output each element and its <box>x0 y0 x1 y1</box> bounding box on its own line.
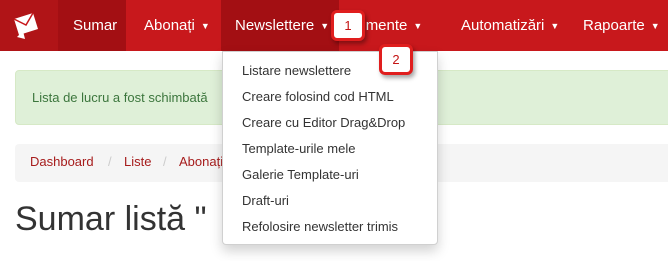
menu-item-template-urile-mele[interactable]: Template-urile mele <box>242 141 355 156</box>
chevron-down-icon: ▼ <box>550 21 560 31</box>
envelope-logo-icon <box>13 12 38 39</box>
alert-text: Lista de lucru a fost schimbată <box>32 90 208 105</box>
chevron-down-icon: ▼ <box>413 21 423 31</box>
annotation-badge-1: 1 <box>331 10 365 41</box>
nav-abonati[interactable]: Abonați ▼ <box>130 0 220 51</box>
nav-newslettere[interactable]: Newslettere ▼ <box>221 0 339 51</box>
nav-automatizari-label: Automatizări <box>461 17 545 34</box>
breadcrumb-separator: / <box>108 154 112 169</box>
menu-item-creare-cod-html[interactable]: Creare folosind cod HTML <box>242 89 394 104</box>
chevron-down-icon: ▼ <box>200 21 210 31</box>
nav-rapoarte[interactable]: Rapoarte ▼ <box>567 0 668 51</box>
chevron-down-icon: ▼ <box>650 21 660 31</box>
breadcrumb-liste[interactable]: Liste <box>124 154 151 169</box>
nav-sumar-label: Sumar <box>73 17 118 34</box>
nav-abonati-label: Abonați <box>144 17 195 34</box>
annotation-badge-2: 2 <box>379 44 413 75</box>
menu-item-refolosire-newsletter[interactable]: Refolosire newsletter trimis <box>242 219 398 234</box>
nav-automatizari[interactable]: Automatizări ▼ <box>447 0 567 51</box>
page-title: Sumar listă " <box>15 200 207 238</box>
nav-newslettere-label: Newslettere <box>235 17 315 34</box>
nav-rapoarte-label: Rapoarte <box>583 17 645 34</box>
breadcrumb-abonati[interactable]: Abonați <box>179 154 223 169</box>
app-logo[interactable] <box>0 0 58 51</box>
breadcrumb-separator: / <box>163 154 167 169</box>
menu-item-creare-editor-dragdrop[interactable]: Creare cu Editor Drag&Drop <box>242 115 405 130</box>
menu-item-listare-newslettere[interactable]: Listare newslettere <box>242 63 351 78</box>
chevron-down-icon: ▼ <box>320 21 330 31</box>
newslettere-dropdown-menu: Listare newslettere Creare folosind cod … <box>222 51 438 245</box>
nav-sumar[interactable]: Sumar <box>58 0 126 51</box>
menu-item-draft-uri[interactable]: Draft-uri <box>242 193 289 208</box>
breadcrumb-dashboard[interactable]: Dashboard <box>30 154 94 169</box>
menu-item-galerie-template-uri[interactable]: Galerie Template-uri <box>242 167 359 182</box>
